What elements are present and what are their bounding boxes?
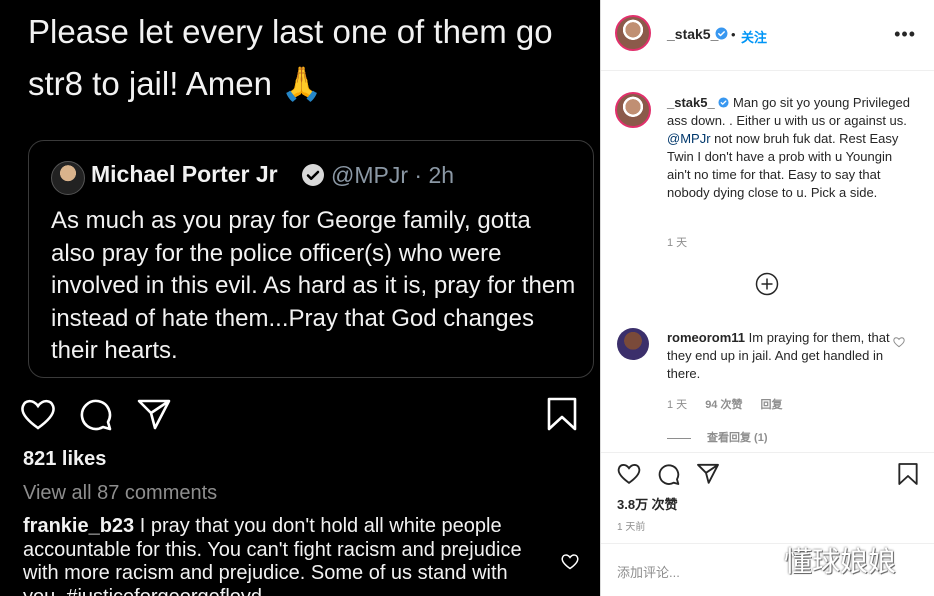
actions-divider [601,452,934,453]
left-likes-count: 821 likes [23,448,107,470]
commenter-username[interactable]: romeorom11 [667,330,745,345]
likes-count[interactable]: 3.8万 次赞 [617,494,678,513]
comment-username[interactable]: frankie_b23 [23,515,134,537]
comment-item: romeorom11 Im praying for them, that the… [667,329,897,383]
share-icon[interactable] [696,462,720,485]
heart-icon[interactable] [617,462,641,485]
view-replies-label: 查看回复 (1) [707,432,768,444]
more-options-icon[interactable]: ••• [894,24,916,45]
caption-avatar[interactable] [615,92,651,128]
heart-icon[interactable] [20,397,56,431]
bookmark-icon[interactable] [546,396,578,432]
tweet-avatar [51,161,85,195]
reply-button[interactable]: 回复 [760,399,782,411]
post-timestamp: 1 天前 [617,522,646,533]
bookmark-icon[interactable] [897,462,919,486]
header-avatar[interactable] [615,15,651,51]
load-more-comments-icon[interactable] [755,272,779,296]
follow-button[interactable]: 关注 [741,27,767,46]
comment-likes[interactable]: 94 次赞 [705,399,742,411]
watermark-logo: 懂球娘娘 [784,540,896,580]
tweet-body: As much as you pray for George family, g… [51,207,576,364]
comment-meta: 1 天 94 次赞 回复 [667,396,800,412]
post-image-text: Please let every last one of them go str… [28,13,553,102]
replies-line [667,437,691,439]
add-comment-input[interactable]: 添加评论... [617,562,680,581]
comment-timestamp: 1 天 [667,399,688,411]
tweet-author-name: Michael Porter Jr [91,161,278,187]
caption-timestamp: 1 天 [667,237,688,249]
comment-heart-icon[interactable] [561,553,579,570]
verified-badge-icon [302,164,324,186]
share-icon[interactable] [136,397,172,431]
commenter-avatar[interactable] [617,328,649,360]
header-separator: • [731,27,736,42]
header-username[interactable]: _stak5_ [667,26,718,42]
comment-icon[interactable] [78,396,114,432]
comment-icon[interactable] [657,462,681,486]
view-replies-button[interactable]: 查看回复 (1) [667,429,768,445]
verified-badge-icon [715,27,728,40]
quoted-tweet: Michael Porter Jr @MPJr · 2h As much as … [28,140,594,378]
caption-username[interactable]: _stak5_ [667,95,715,110]
verified-badge-icon [718,97,729,108]
right-comments-panel: _stak5_ • 关注 ••• _stak5_ Man go sit yo y… [600,0,934,596]
post-caption: _stak5_ Man go sit yo young Privileged a… [667,94,917,202]
view-all-comments-link[interactable]: View all 87 comments [23,482,217,505]
header-divider [601,70,934,71]
comment-like-heart-icon[interactable] [893,336,905,348]
watermark-text: 懂球娘娘 [784,545,897,578]
caption-mention[interactable]: @MPJr [667,131,711,146]
left-post-panel: Please let every last one of them go str… [0,0,600,596]
left-comment: frankie_b23 I pray that you don't hold a… [23,515,543,596]
tweet-handle: @MPJr · 2h [331,162,455,188]
